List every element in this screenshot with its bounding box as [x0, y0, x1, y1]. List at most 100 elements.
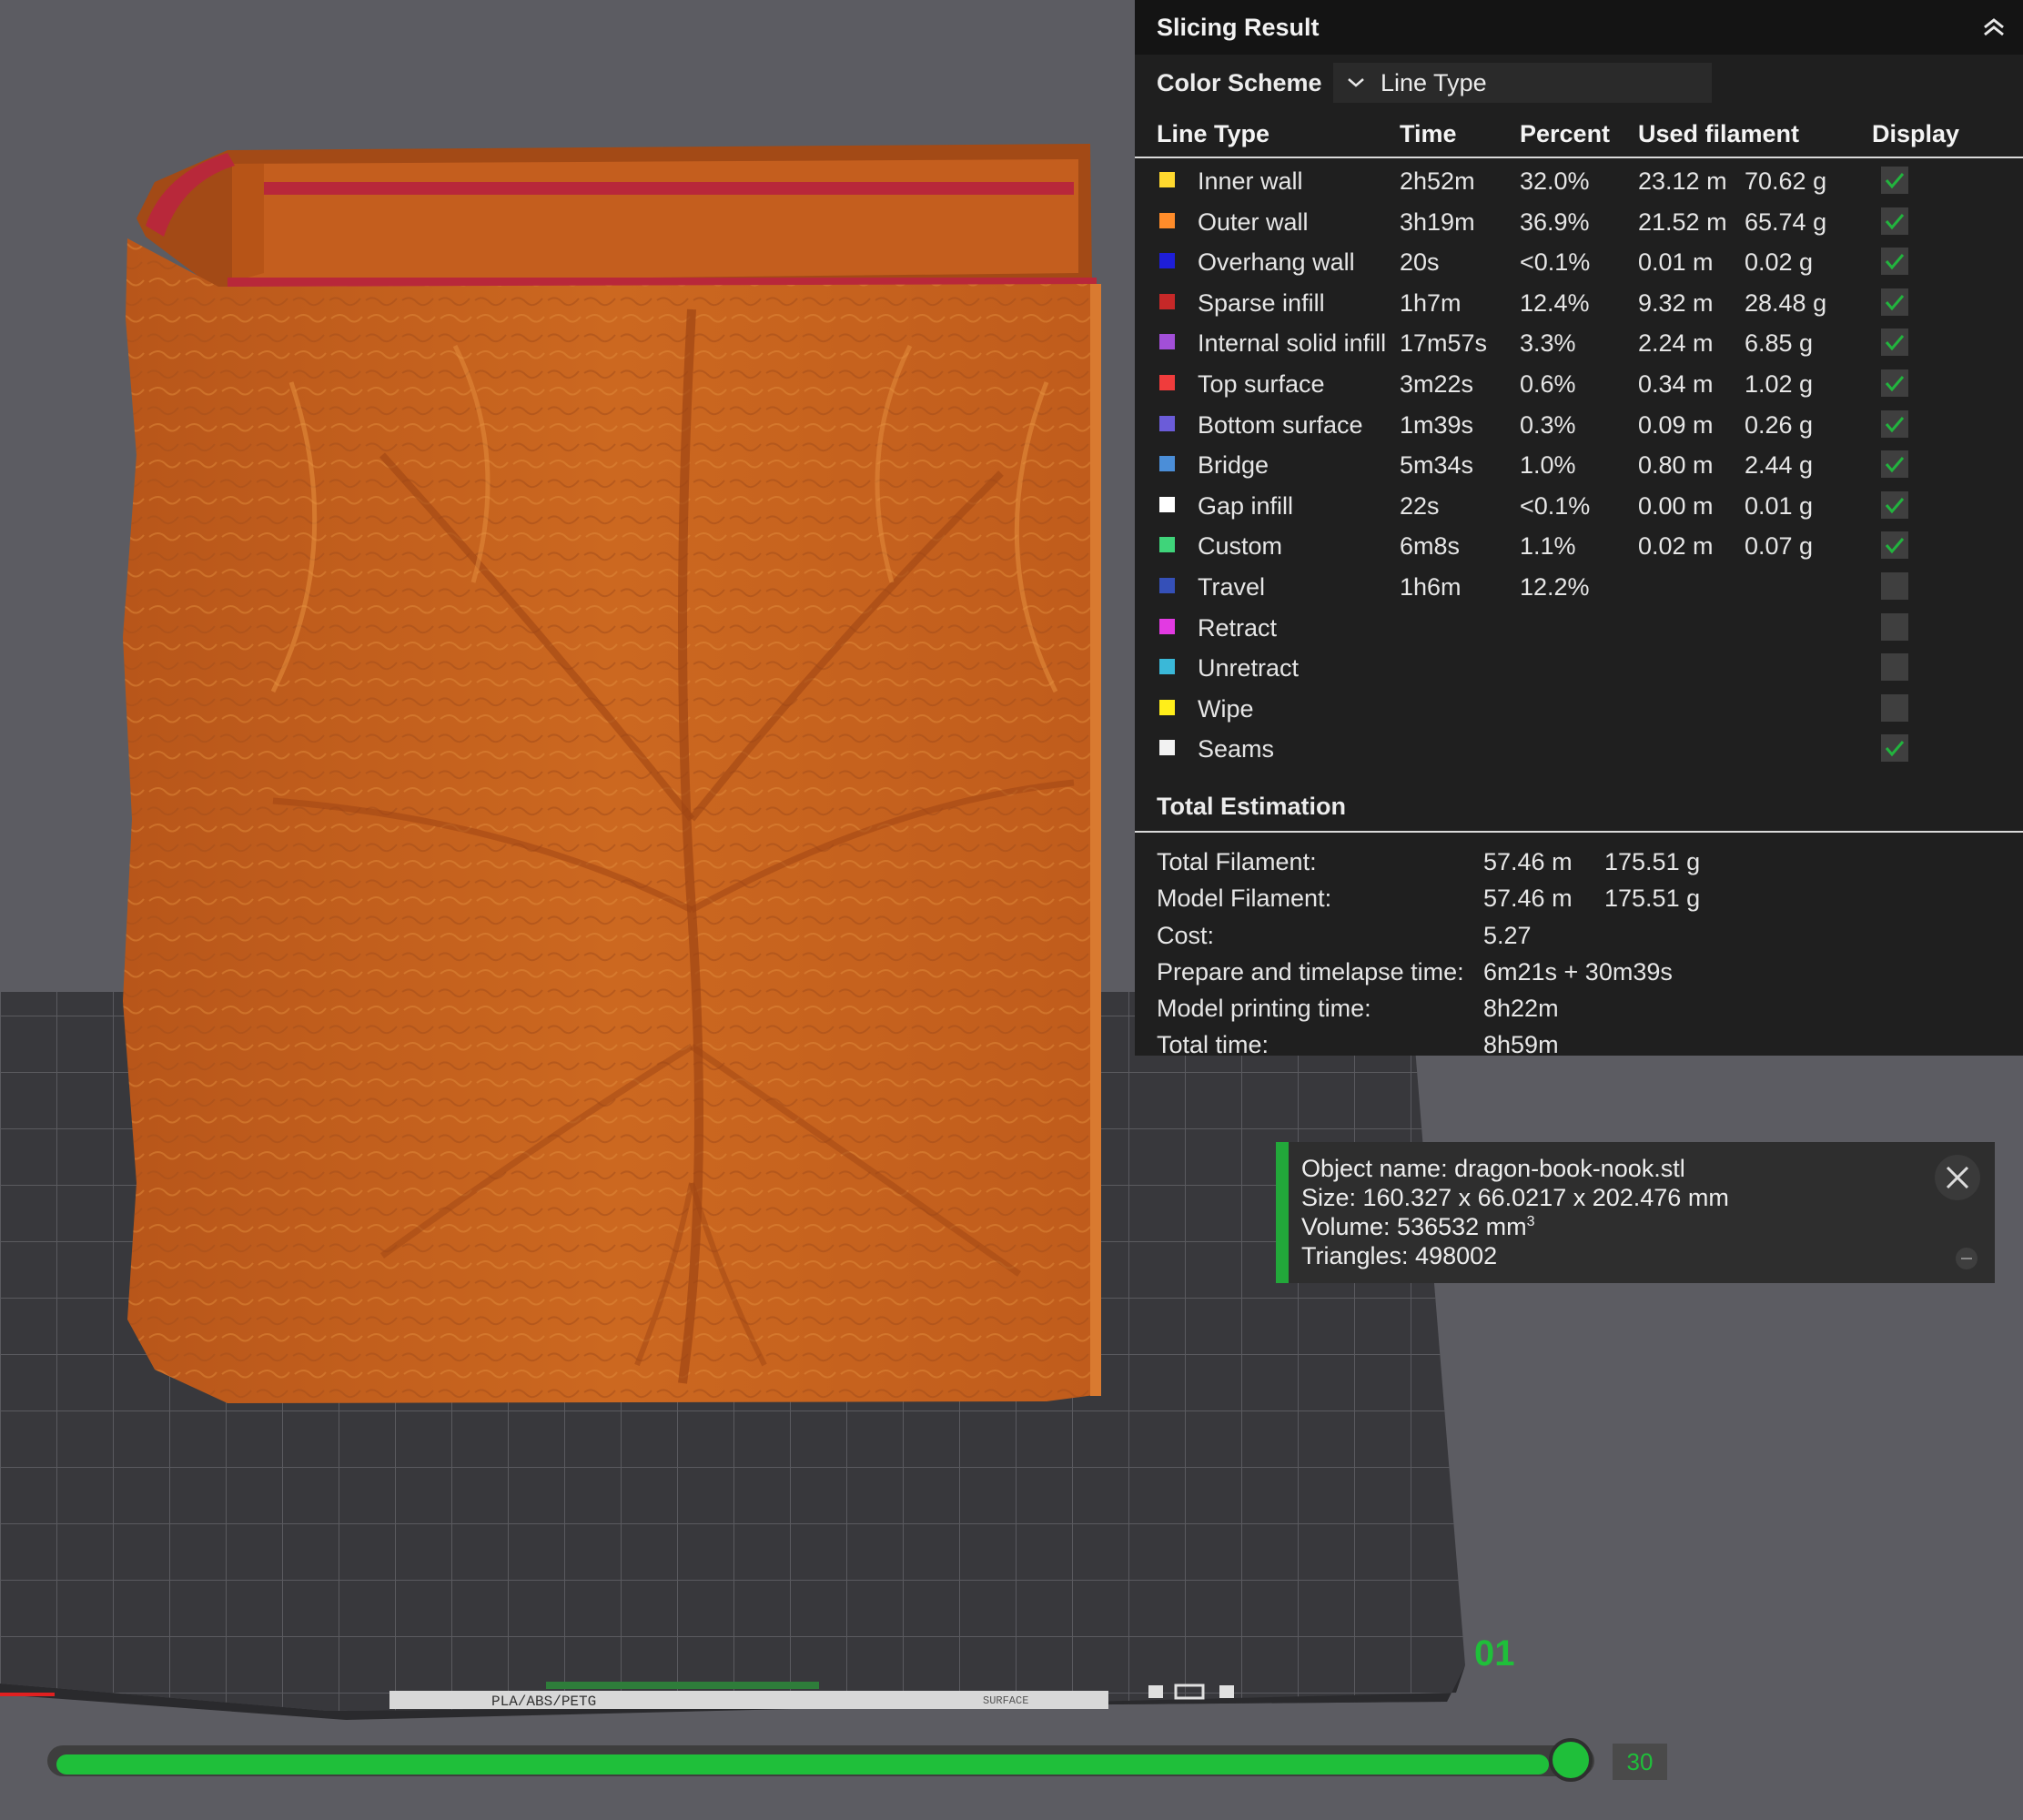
total-v1: 6m21s + 30m39s [1483, 957, 1673, 986]
display-checkbox[interactable] [1881, 207, 1908, 235]
color-scheme-value: Line Type [1381, 68, 1487, 96]
line-type-weight: 1.02 g [1745, 369, 1814, 398]
line-type-percent: 12.2% [1520, 572, 1590, 601]
line-type-label: Overhang wall [1198, 248, 1355, 277]
line-type-length: 0.00 m [1638, 491, 1714, 520]
total-row: Prepare and timelapse time: 6m21s + 30m39… [1135, 952, 2023, 988]
line-type-row: Outer wall 3h19m 36.9% 21.52 m 65.74 g [1135, 201, 2023, 242]
display-checkbox[interactable] [1881, 248, 1908, 276]
minimize-icon[interactable] [1955, 1247, 1978, 1270]
plate-icon-1 [1148, 1685, 1163, 1698]
line-type-percent: 0.3% [1520, 410, 1576, 439]
slider-value: 30 [1613, 1744, 1667, 1780]
line-type-row: Inner wall 2h52m 32.0% 23.12 m 70.62 g [1135, 160, 2023, 201]
chevron-down-icon [1348, 78, 1364, 87]
column-used-filament: Used filament [1638, 120, 1800, 147]
line-type-length: 0.34 m [1638, 369, 1714, 398]
total-label: Model printing time: [1157, 995, 1371, 1023]
line-type-time: 3m22s [1400, 369, 1474, 398]
line-type-time: 5m34s [1400, 451, 1474, 480]
line-type-length: 0.01 m [1638, 248, 1714, 277]
plate-material-label: PLA/ABS/PETG [491, 1694, 596, 1710]
collapse-icon[interactable] [1979, 13, 2008, 42]
line-type-time: 1h7m [1400, 288, 1462, 317]
column-percent: Percent [1520, 120, 1611, 147]
line-type-percent: 0.6% [1520, 369, 1576, 398]
display-checkbox[interactable] [1881, 329, 1908, 357]
line-type-time: 17m57s [1400, 329, 1488, 358]
line-type-weight: 28.48 g [1745, 288, 1827, 317]
display-checkbox[interactable] [1881, 288, 1908, 316]
color-swatch [1159, 293, 1175, 309]
slider-fill [56, 1754, 1549, 1774]
total-label: Prepare and timelapse time: [1157, 957, 1464, 986]
checkmark-icon [1885, 335, 1905, 351]
color-swatch [1159, 699, 1175, 715]
checkmark-icon [1885, 294, 1905, 311]
checkmark-icon [1885, 457, 1905, 473]
slicing-result-panel: Slicing Result Color Scheme Line Type Li… [1135, 0, 2023, 1059]
close-icon[interactable] [1933, 1153, 1982, 1202]
line-type-time: 3h19m [1400, 207, 1475, 236]
line-type-row: Overhang wall 20s <0.1% 0.01 m 0.02 g [1135, 241, 2023, 282]
sliced-model[interactable] [123, 144, 1101, 1403]
color-swatch [1159, 740, 1175, 756]
display-checkbox[interactable] [1881, 450, 1908, 479]
display-checkbox[interactable] [1881, 571, 1908, 600]
display-checkbox[interactable] [1881, 653, 1908, 682]
line-type-label: Bridge [1198, 451, 1269, 480]
line-type-label: Wipe [1198, 694, 1254, 723]
layer-slider[interactable]: 30 [47, 1738, 1667, 1784]
object-name: Object name: dragon-book-nook.stl [1301, 1155, 1685, 1182]
line-type-row: Internal solid infill 17m57s 3.3% 2.24 m 6.8… [1135, 322, 2023, 363]
line-type-time: 1h6m [1400, 572, 1462, 601]
plate-icon-3 [1219, 1685, 1234, 1698]
checkmark-icon [1885, 741, 1905, 757]
line-type-row: Travel 1h6m 12.2% [1135, 566, 2023, 607]
line-type-time: 2h52m [1400, 167, 1475, 195]
total-v1: 5.27 [1483, 921, 1532, 949]
line-type-length: 23.12 m [1638, 167, 1727, 195]
line-type-row: Seams [1135, 728, 2023, 769]
display-checkbox[interactable] [1881, 531, 1908, 560]
display-checkbox[interactable] [1881, 490, 1908, 519]
color-scheme-label: Color Scheme [1157, 68, 1322, 96]
slider-thumb[interactable] [1549, 1738, 1593, 1782]
display-checkbox[interactable] [1881, 167, 1908, 194]
line-type-weight: 70.62 g [1745, 167, 1827, 195]
checkmark-icon [1885, 173, 1905, 189]
line-type-percent: <0.1% [1520, 248, 1591, 277]
line-type-row: Bridge 5m34s 1.0% 0.80 m 2.44 g [1135, 444, 2023, 485]
display-checkbox[interactable] [1881, 612, 1908, 641]
total-v2: 175.51 g [1604, 885, 1701, 913]
color-scheme-dropdown[interactable]: Line Type [1333, 63, 1712, 103]
total-v1: 57.46 m [1483, 847, 1573, 875]
total-label: Model Filament: [1157, 885, 1332, 913]
line-type-row: Wipe [1135, 688, 2023, 729]
line-type-percent: <0.1% [1520, 491, 1591, 520]
line-type-percent: 1.0% [1520, 451, 1576, 480]
line-type-time: 22s [1400, 491, 1440, 520]
line-type-label: Unretract [1198, 654, 1300, 682]
total-label: Total Filament: [1157, 847, 1317, 875]
line-type-row: Unretract [1135, 647, 2023, 688]
display-checkbox[interactable] [1881, 734, 1908, 763]
display-checkbox[interactable] [1881, 410, 1908, 438]
total-v1: 8h59m [1483, 1031, 1559, 1059]
color-swatch [1159, 212, 1175, 228]
line-type-weight: 0.26 g [1745, 410, 1814, 439]
color-swatch [1159, 374, 1175, 390]
color-swatch [1159, 253, 1175, 269]
color-swatch [1159, 618, 1175, 634]
color-swatch [1159, 415, 1175, 431]
line-type-label: Retract [1198, 613, 1278, 642]
line-type-time: 6m8s [1400, 532, 1461, 561]
line-type-label: Sparse infill [1198, 288, 1325, 317]
display-checkbox[interactable] [1881, 369, 1908, 397]
display-checkbox[interactable] [1881, 693, 1908, 722]
line-type-length: 21.52 m [1638, 207, 1727, 236]
line-type-rows: Inner wall 2h52m 32.0% 23.12 m 70.62 g Outer … [1135, 158, 2023, 769]
checkmark-icon [1885, 538, 1905, 554]
line-type-length: 0.02 m [1638, 532, 1714, 561]
line-type-percent: 3.3% [1520, 329, 1576, 358]
